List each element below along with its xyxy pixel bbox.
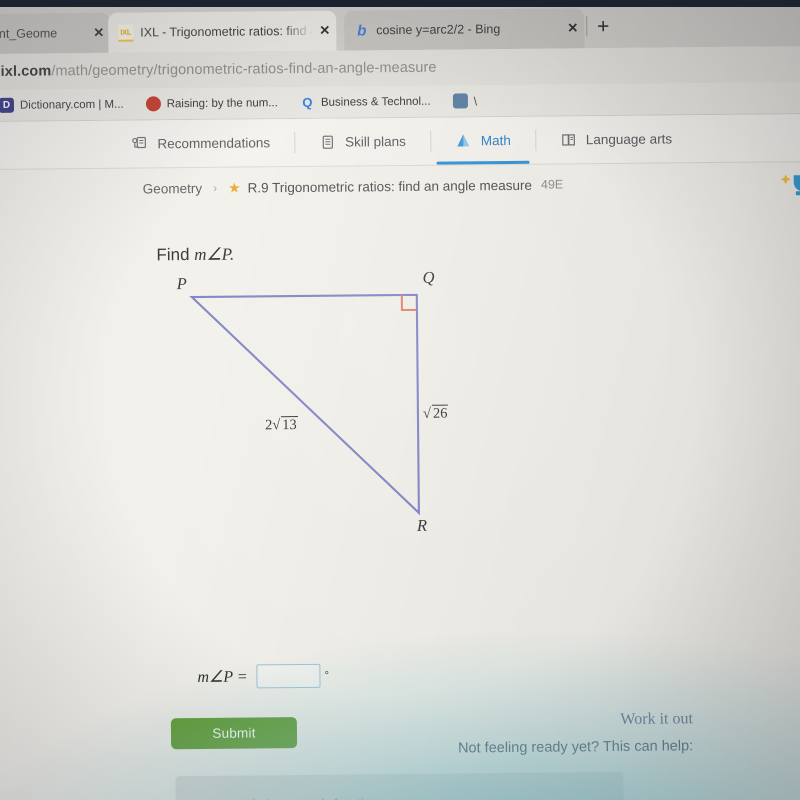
photo-of-screen: cement_Geome ✕ IXL IXL - Trigonometric r… [0,0,800,800]
browser-tab-strip: cement_Geome ✕ IXL IXL - Trigonometric r… [0,0,800,55]
submit-button[interactable]: Submit [170,717,298,750]
tab-skill-plans-label: Skill plans [344,133,406,150]
answer-row: m∠P = ° [197,663,330,689]
answer-input[interactable] [256,663,321,689]
vertex-label-P: P [176,274,187,294]
browser-tab-2-close-icon[interactable]: ✕ [319,23,330,39]
radical-sign-icon: √ [272,417,281,434]
browser-tab-1-close-icon[interactable]: ✕ [93,25,104,41]
radical-sign-icon-2: √ [422,405,431,422]
url-text: ixl.com/math/geometry/trigonometric-rati… [1,60,437,80]
browser-tab-1[interactable]: cement_Geome ✕ [0,12,111,55]
side-label-PR: 2√ 13 [265,416,298,434]
browser-tab-3-title: cosine y=arc2/2 - Bing [376,22,501,38]
breadcrumb-skill-title: R.9 Trigonometric ratios: find an angle … [247,177,533,195]
tab-language-arts-label: Language arts [585,131,673,148]
tab-skill-plans[interactable]: Skill plans [294,118,430,166]
side-label-PR-radicand: 13 [281,416,298,434]
vertex-label-R: R [416,515,428,535]
bookmark-dictionary[interactable]: D Dictionary.com | M... [0,97,124,113]
triangle-figure: P Q R 2√ 13 √ 26 [138,257,471,565]
bookmark-business-label: Business & Technol... [320,95,431,109]
url-domain: ixl.com [0,63,52,80]
image-icon [452,93,468,109]
tab-math-label: Math [480,132,511,149]
ixl-page: Recommendations Skill plans Math Languag… [0,114,800,800]
skill-plans-icon [318,133,337,152]
recommendations-icon [130,134,149,153]
bookmark-image[interactable]: \ [452,93,478,109]
work-it-out-section: Work it out Not feeling ready yet? This … [457,710,694,757]
breadcrumb: Geometry › ★ R.9 Trigonometric ratios: f… [0,161,800,211]
work-it-out-title: Work it out [620,710,693,728]
photo-top-border [0,0,800,7]
browser-tab-1-title: cement_Geome [0,26,58,42]
help-card[interactable]: Inverses of trigonometric functions [175,771,624,800]
url-path: /math/geometry/trigonometric-ratios-find… [51,59,437,80]
bookmark-image-label: \ [473,93,478,108]
side-label-QR-radicand: 26 [431,404,449,422]
browser-tab-3[interactable]: b cosine y=arc2/2 - Bing ✕ [344,8,585,51]
bookmark-raising-label: Raising: by the num... [166,96,278,110]
bing-icon: b [357,21,367,39]
ixl-icon: IXL [118,24,134,42]
triangle-path [189,293,420,516]
bookmark-business[interactable]: Q Business & Technol... [299,94,431,110]
chevron-right-icon: › [212,180,218,195]
breadcrumb-subject[interactable]: Geometry [143,180,202,196]
raising-icon [145,96,161,112]
browser-tab-2[interactable]: IXL IXL - Trigonometric ratios: find a ✕ [108,10,337,53]
vertex-label-Q: Q [422,267,435,287]
right-angle-marker [400,295,417,312]
browser-tab-2-title: IXL - Trigonometric ratios: find a [140,23,314,40]
side-label-QR: √ 26 [422,404,449,423]
new-tab-button[interactable]: + [590,14,616,40]
quora-icon: Q [299,94,315,110]
tab-divider [586,16,588,37]
tab-math[interactable]: Math [430,117,535,165]
breadcrumb-skill-code: 49E [540,177,564,192]
star-icon[interactable]: ★ [228,179,241,196]
bookmark-raising[interactable]: Raising: by the num... [145,95,278,112]
bookmark-dictionary-label: Dictionary.com | M... [19,98,124,112]
math-icon [454,131,473,150]
not-ready-text: Not feeling ready yet? This can help: [457,738,694,757]
language-arts-icon [559,130,578,149]
trophy-icon[interactable] [778,169,800,199]
dictionary-icon: D [0,97,15,113]
tab-recommendations-label: Recommendations [157,135,271,152]
degree-symbol: ° [324,669,330,682]
answer-label: m∠P = [197,668,248,687]
tab-recommendations[interactable]: Recommendations [106,119,294,168]
screen-surface: cement_Geome ✕ IXL IXL - Trigonometric r… [0,0,800,800]
tab-language-arts[interactable]: Language arts [535,115,697,164]
browser-tab-3-close-icon[interactable]: ✕ [567,20,578,36]
